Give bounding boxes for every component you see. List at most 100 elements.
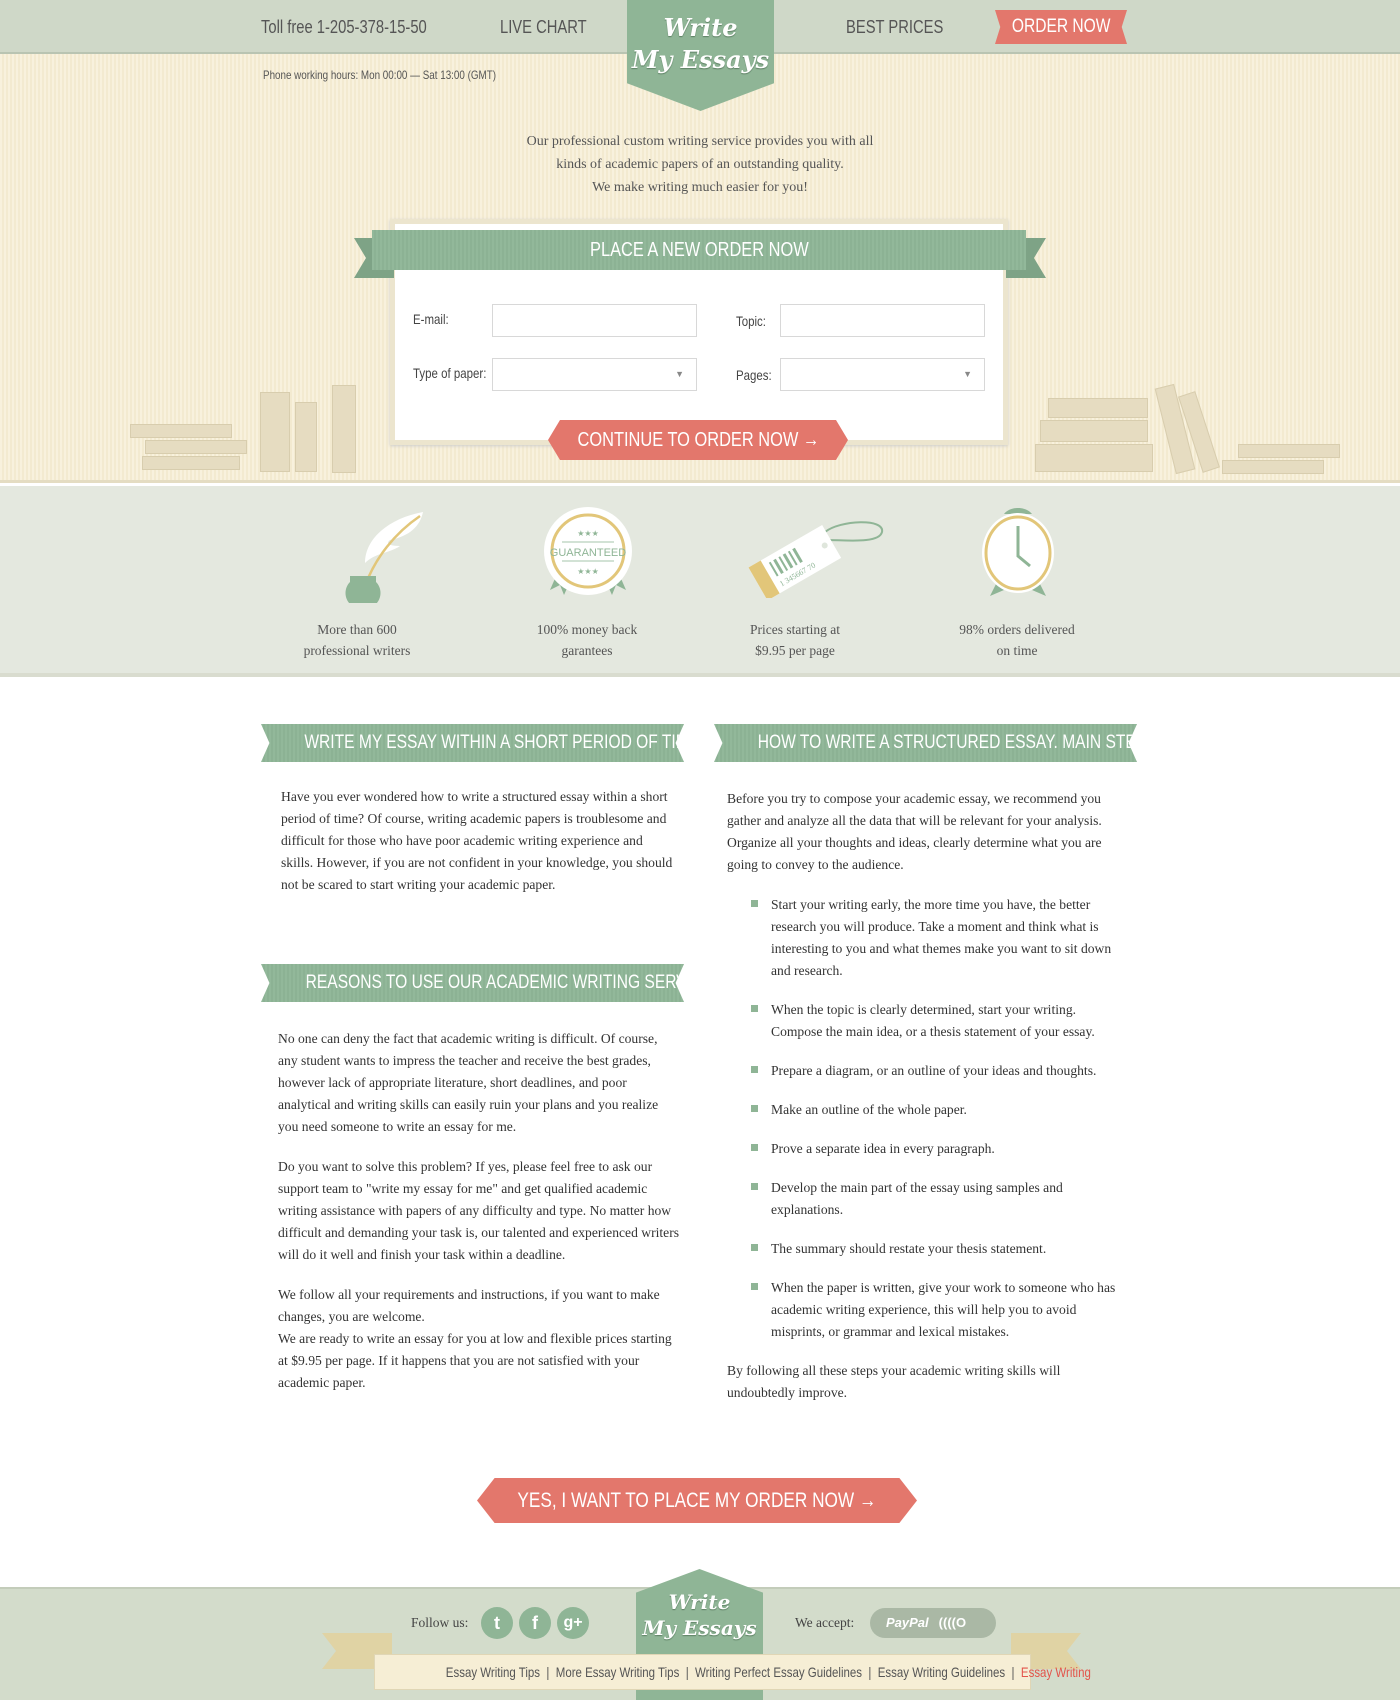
feature-money-back: 100% money back garantees	[477, 619, 697, 661]
continue-order-label: CONTINUE TO ORDER NOW →	[577, 429, 819, 451]
nav-live-chart-label: LIVE CHART	[500, 17, 587, 37]
twitter-icon[interactable]: t	[481, 1607, 513, 1639]
books-decoration	[142, 456, 240, 470]
svg-text:★★★: ★★★	[577, 529, 599, 538]
feature-line: Prices starting at	[750, 622, 840, 637]
we-accept-label: We accept:	[795, 1615, 855, 1630]
left-intro-text: Have you ever wondered how to write a st…	[281, 786, 676, 914]
footer-link[interactable]: Essay Writing Tips	[446, 1664, 540, 1680]
cta-label: YES, I WANT TO PLACE MY ORDER NOW →	[517, 1489, 877, 1512]
toll-free-phone[interactable]: Toll free 1-205-378-15-50	[261, 17, 463, 38]
heading-text: HOW TO WRITE A STRUCTURED ESSAY. MAIN ST…	[757, 732, 1157, 753]
topic-label: Topic:	[736, 313, 766, 329]
feature-prices: Prices starting at $9.95 per page	[685, 619, 905, 661]
paper-type-label: Type of paper:	[413, 365, 487, 381]
paypass-icon: ((((O	[938, 1615, 967, 1630]
books-decoration	[1040, 420, 1148, 442]
nav-best-prices-label: BEST PRICES	[846, 17, 944, 37]
paper-type-select[interactable]: ▼	[492, 358, 697, 391]
list-item: Develop the main part of the essay using…	[747, 1177, 1127, 1221]
logo-line2: My Essays	[631, 45, 770, 74]
list-item: Start your writing early, the more time …	[747, 894, 1127, 982]
footer-link[interactable]: More Essay Writing Tips	[556, 1664, 680, 1680]
logo-line1: Write	[663, 13, 738, 42]
footer-link[interactable]: Essay Writing Guidelines	[878, 1664, 1005, 1680]
payment-methods: PayPal ((((O	[870, 1608, 996, 1638]
footer-link[interactable]: Writing Perfect Essay Guidelines	[695, 1664, 862, 1680]
guaranteed-badge-icon: GUARANTEED ★★★ ★★★	[544, 507, 632, 595]
books-decoration	[1048, 398, 1148, 418]
email-input[interactable]	[492, 304, 697, 337]
heading-text: WRITE MY ESSAY WITHIN A SHORT PERIOD OF …	[304, 732, 700, 753]
list-item: The summary should restate your thesis s…	[747, 1238, 1127, 1260]
paragraph: Do you want to solve this problem? If ye…	[278, 1159, 680, 1262]
footer-link-active[interactable]: Essay Writing	[1021, 1664, 1091, 1680]
topic-input[interactable]	[780, 304, 985, 337]
intro-line: We make writing much easier for you!	[592, 180, 808, 195]
feature-line: 100% money back	[536, 622, 638, 637]
logo-line1: Write	[668, 1590, 731, 1614]
place-order-cta-button[interactable]: YES, I WANT TO PLACE MY ORDER NOW →	[477, 1478, 917, 1523]
books-decoration	[260, 392, 290, 472]
pages-label: Pages:	[736, 367, 772, 383]
books-decoration	[295, 402, 317, 472]
follow-us-label: Follow us:	[411, 1615, 469, 1630]
order-form-title-text: PLACE A NEW ORDER NOW	[589, 239, 809, 261]
reasons-text: No one can deny the fact that academic w…	[278, 1028, 680, 1412]
feature-on-time: 98% orders delivered on time	[907, 619, 1127, 661]
books-decoration	[1222, 460, 1324, 474]
logo-line2: My Essays	[642, 1616, 757, 1640]
badge-text: GUARANTEED	[550, 547, 626, 559]
email-label: E-mail:	[413, 311, 449, 327]
feature-line: More than 600	[317, 622, 397, 637]
dropdown-arrow-icon: ▼	[963, 369, 972, 379]
nav-live-chart[interactable]: LIVE CHART	[500, 17, 606, 38]
paypal-logo: PayPal	[886, 1615, 929, 1630]
paragraph: By following all these steps your academ…	[727, 1363, 1061, 1400]
toll-free-text: Toll free 1-205-378-15-50	[261, 17, 427, 37]
list-item: When the topic is clearly determined, st…	[747, 999, 1127, 1043]
list-item: Prove a separate idea in every paragraph…	[747, 1138, 1127, 1160]
intro-line: Our professional custom writing service …	[526, 134, 874, 149]
nav-best-prices[interactable]: BEST PRICES	[846, 17, 965, 38]
section-heading-reasons: REASONS TO USE OUR ACADEMIC WRITING SERV…	[261, 964, 684, 1002]
list-item: When the paper is written, give your wor…	[747, 1277, 1127, 1343]
books-decoration	[1238, 444, 1340, 458]
order-form-title: PLACE A NEW ORDER NOW	[372, 230, 1026, 270]
feature-line: garantees	[561, 643, 613, 658]
section-heading-main-steps: HOW TO WRITE A STRUCTURED ESSAY. MAIN ST…	[714, 724, 1137, 762]
order-now-button[interactable]: ORDER NOW	[995, 10, 1127, 44]
books-decoration	[332, 385, 356, 473]
footer-links: Essay Writing Tips | More Essay Writing …	[374, 1654, 1091, 1690]
pages-select[interactable]: ▼	[780, 358, 985, 391]
order-now-label: ORDER NOW	[1011, 16, 1111, 37]
facebook-icon[interactable]: f	[519, 1607, 551, 1639]
steps-list: Start your writing early, the more time …	[747, 894, 1127, 1343]
dropdown-arrow-icon: ▼	[675, 369, 684, 379]
steps-text: Before you try to compose your academic …	[727, 788, 1127, 1422]
heading-text: REASONS TO USE OUR ACADEMIC WRITING SERV…	[305, 972, 713, 993]
svg-text:★★★: ★★★	[577, 567, 599, 576]
books-decoration	[145, 440, 247, 454]
list-item: Make an outline of the whole paper.	[747, 1099, 1127, 1121]
quill-inkwell-icon	[345, 512, 423, 603]
section-heading-short-period: WRITE MY ESSAY WITHIN A SHORT PERIOD OF …	[261, 724, 684, 762]
feature-line: 98% orders delivered	[959, 622, 1075, 637]
google-plus-icon[interactable]: g+	[557, 1607, 589, 1639]
paragraph: Have you ever wondered how to write a st…	[281, 789, 673, 892]
price-tag-icon: 1 345667 70	[748, 521, 883, 598]
alarm-clock-icon	[982, 508, 1054, 596]
books-decoration	[130, 424, 232, 438]
paragraph: Before you try to compose your academic …	[727, 791, 1102, 872]
feature-line: $9.95 per page	[755, 643, 835, 658]
books-decoration	[1035, 444, 1153, 472]
continue-order-button[interactable]: CONTINUE TO ORDER NOW →	[548, 420, 848, 460]
paragraph: We follow all your requirements and inst…	[278, 1287, 660, 1324]
intro-text: Our professional custom writing service …	[400, 130, 1000, 199]
intro-line: kinds of academic papers of an outstandi…	[556, 157, 844, 172]
feature-line: professional writers	[303, 643, 411, 658]
feature-writers: More than 600 professional writers	[247, 619, 467, 661]
feature-line: on time	[996, 643, 1038, 658]
paragraph: We are ready to write an essay for you a…	[278, 1331, 672, 1390]
list-item: Prepare a diagram, or an outline of your…	[747, 1060, 1127, 1082]
